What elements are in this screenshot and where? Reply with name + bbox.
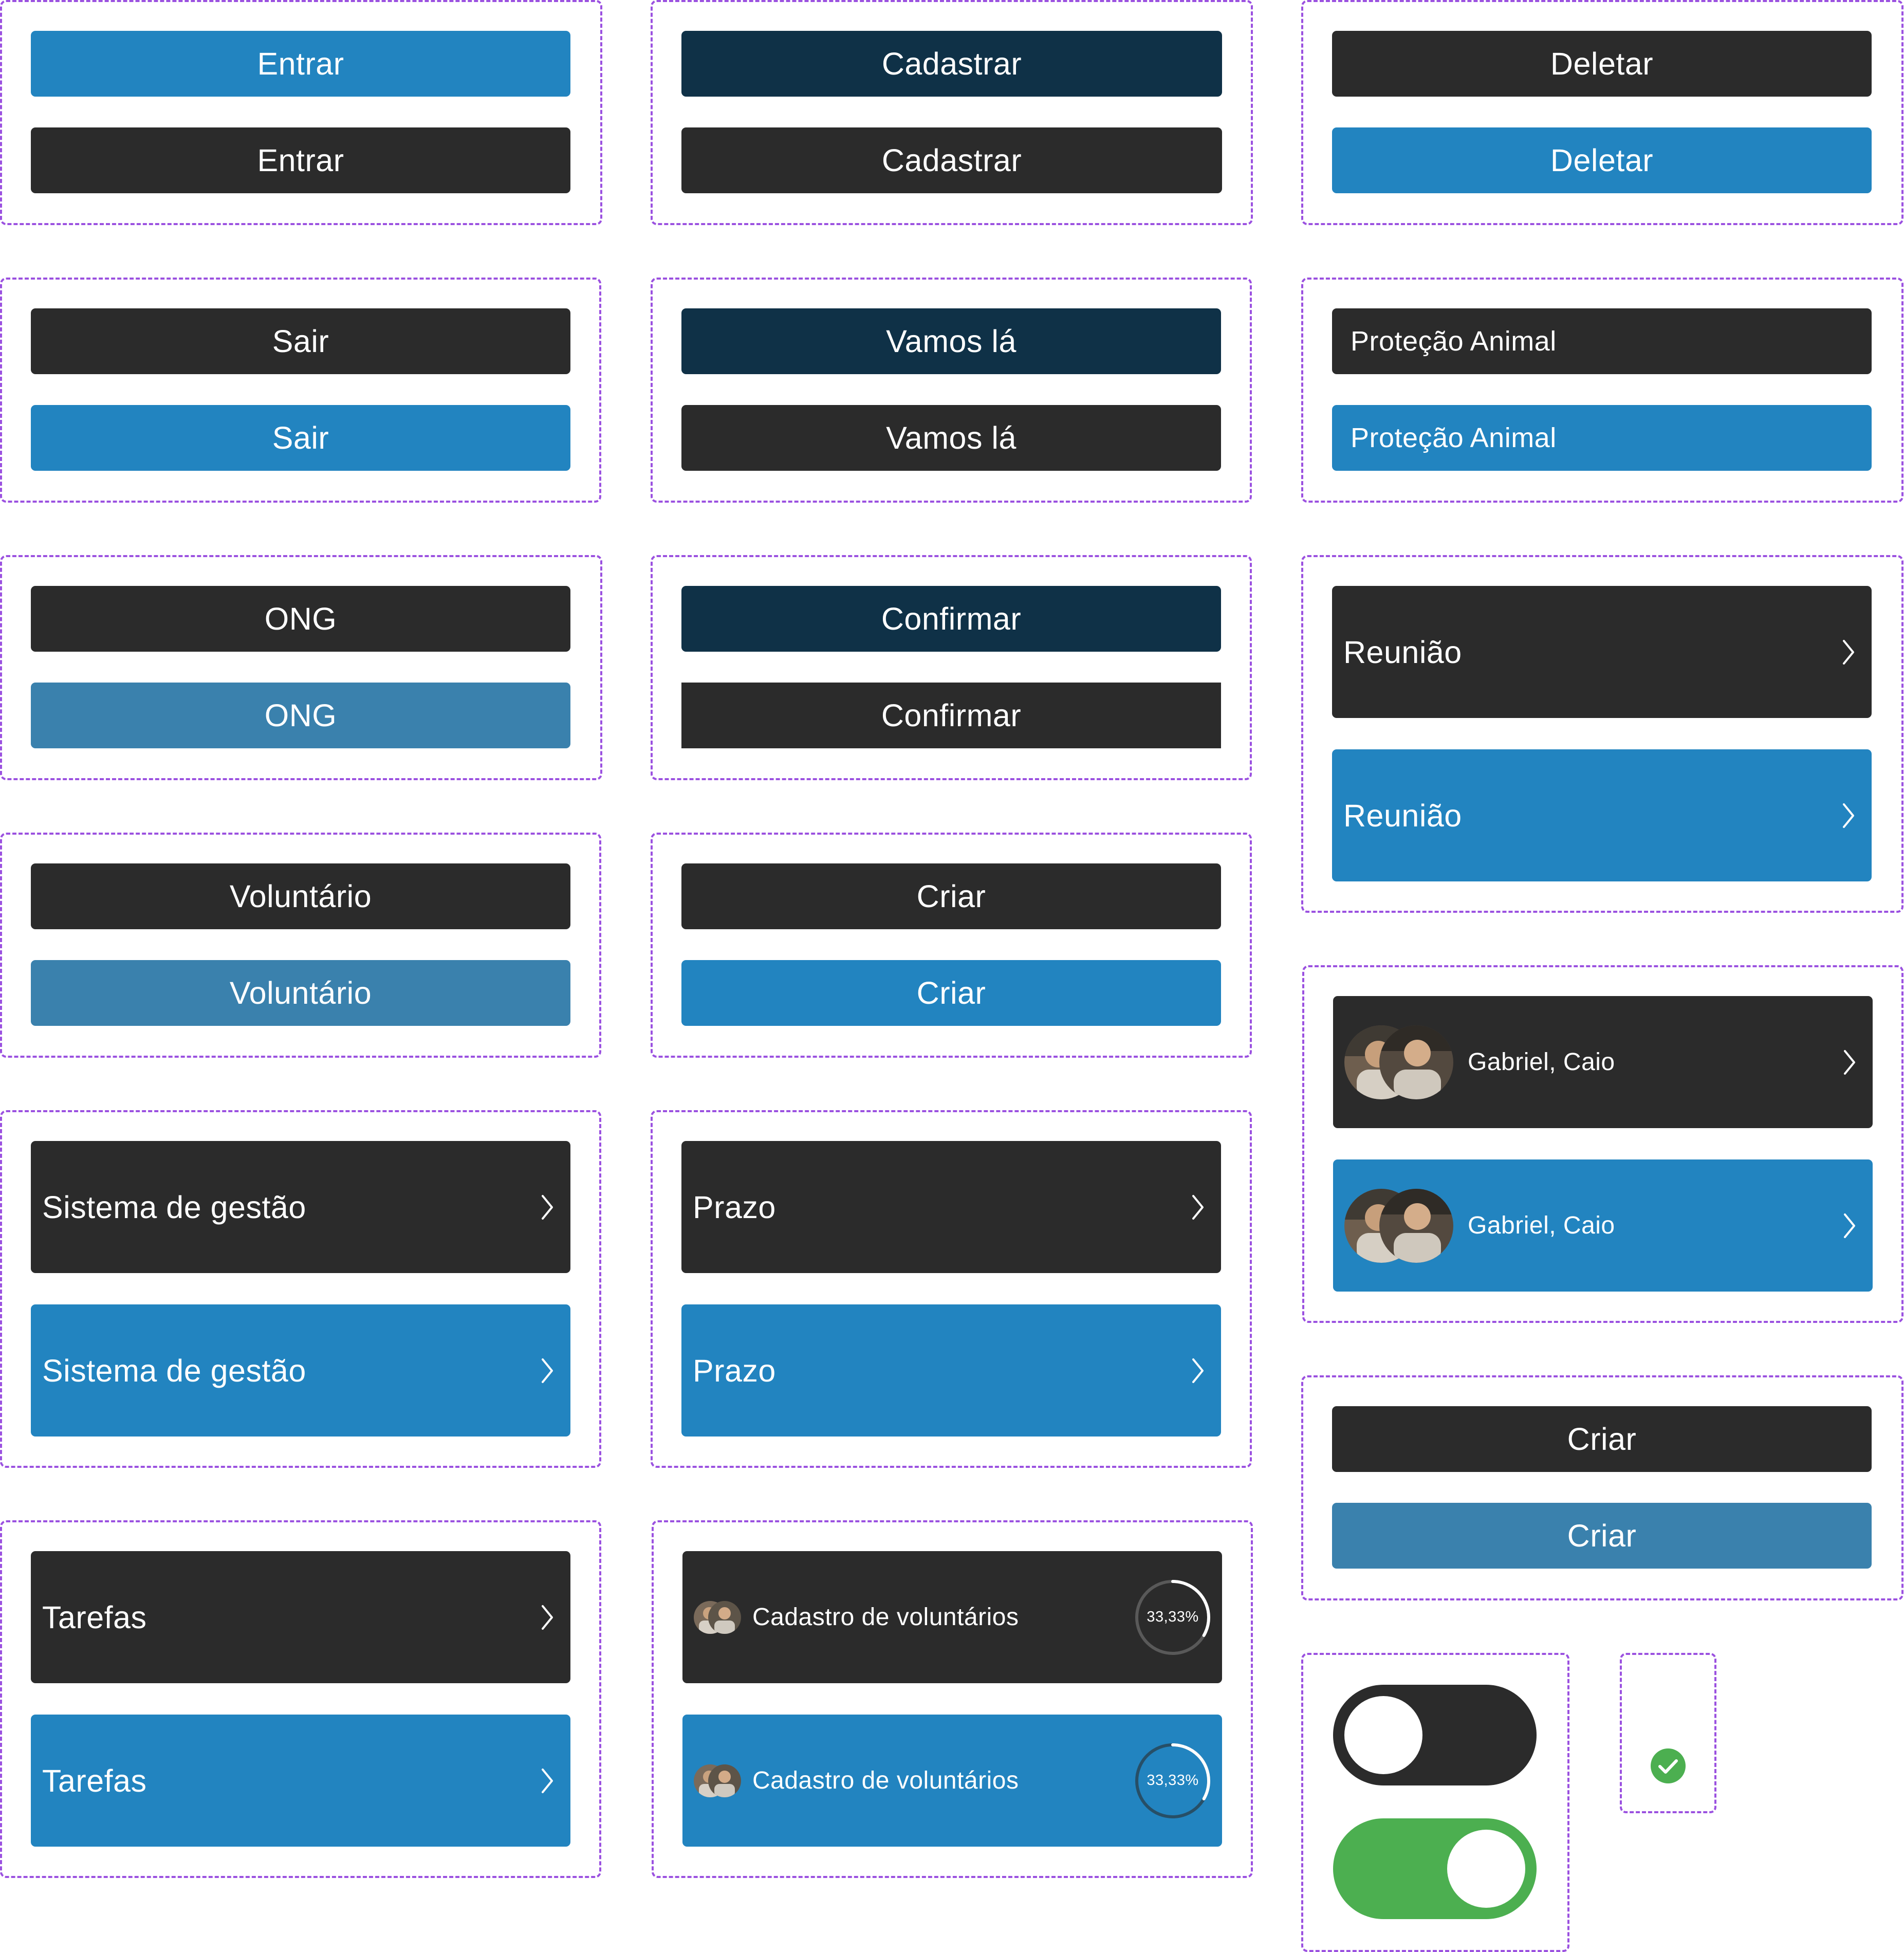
deletar-button-blue[interactable]: Deletar [1332,127,1872,193]
reuniao-button-blue[interactable]: Reunião [1332,749,1872,881]
gabriel-caio-label: Gabriel, Caio [1468,1212,1615,1239]
avatar-group [1344,1188,1453,1263]
avatar-group [1344,1025,1453,1099]
check-circle-icon [1650,1747,1687,1784]
criar-button-blue[interactable]: Criar [681,960,1221,1026]
sistema-de-gestao-button-dark[interactable]: Sistema de gestão [31,1141,570,1273]
avatar-group [694,1764,741,1797]
prazo-label: Prazo [693,1189,776,1225]
voluntario-button-dark[interactable]: Voluntário [31,863,570,929]
avatar [1379,1188,1453,1263]
tarefas-button-blue[interactable]: Tarefas [31,1715,570,1847]
cadastrar-button-navy[interactable]: Cadastrar [681,31,1222,97]
gabriel-caio-button-blue[interactable]: Gabriel, Caio [1333,1159,1873,1292]
toggle-switch-on[interactable] [1333,1818,1537,1919]
chevron-right-icon [540,1602,555,1633]
cadastro-de-voluntarios-label: Cadastro de voluntários [752,1604,1019,1631]
chevron-right-icon [1190,1192,1206,1223]
chevron-right-icon [540,1355,555,1386]
sair-button-blue[interactable]: Sair [31,405,570,471]
sistema-de-gestao-button-blue[interactable]: Sistema de gestão [31,1304,570,1437]
sistema-de-gestao-label: Sistema de gestão [42,1353,306,1388]
criar-button-dark[interactable]: Criar [681,863,1221,929]
entrar-button-blue[interactable]: Entrar [31,31,570,97]
criar-button-dark[interactable]: Criar [1332,1406,1872,1472]
protecao-animal-button-dark[interactable]: Proteção Animal [1332,308,1872,374]
sistema-de-gestao-label: Sistema de gestão [42,1189,306,1225]
protecao-animal-button-blue[interactable]: Proteção Animal [1332,405,1872,471]
prazo-label: Prazo [693,1353,776,1388]
sair-button-dark[interactable]: Sair [31,308,570,374]
chevron-right-icon [540,1192,555,1223]
entrar-button-dark[interactable]: Entrar [31,127,570,193]
frame-check [1620,1653,1716,1813]
vamos-la-button-dark[interactable]: Vamos lá [681,405,1221,471]
ong-button-steel[interactable]: ONG [31,683,570,748]
prazo-button-dark[interactable]: Prazo [681,1141,1221,1273]
gabriel-caio-button-dark[interactable]: Gabriel, Caio [1333,996,1873,1128]
chevron-right-icon [1841,800,1856,831]
voluntario-button-steel[interactable]: Voluntário [31,960,570,1026]
tarefas-button-dark[interactable]: Tarefas [31,1551,570,1683]
toggle-knob [1344,1696,1422,1774]
chevron-right-icon [1841,637,1856,668]
avatar [1379,1025,1453,1099]
avatar [708,1764,741,1797]
ong-button-dark[interactable]: ONG [31,586,570,652]
toggle-switch-off[interactable] [1333,1685,1537,1785]
cadastro-de-voluntarios-button-blue[interactable]: Cadastro de voluntários 33,33% [682,1715,1222,1847]
cadastro-de-voluntarios-label: Cadastro de voluntários [752,1767,1019,1794]
tarefas-label: Tarefas [42,1599,147,1635]
avatar [708,1600,741,1634]
confirmar-button-dark[interactable]: Confirmar [681,683,1221,748]
confirmar-button-navy[interactable]: Confirmar [681,586,1221,652]
progress-ring: 33,33% [1134,1578,1212,1656]
chevron-right-icon [1842,1210,1857,1241]
progress-percent: 33,33% [1147,1609,1199,1625]
gabriel-caio-label: Gabriel, Caio [1468,1048,1615,1076]
chevron-right-icon [1190,1355,1206,1386]
progress-percent: 33,33% [1147,1772,1199,1789]
progress-ring: 33,33% [1134,1742,1212,1820]
deletar-button-dark[interactable]: Deletar [1332,31,1872,97]
toggle-knob [1447,1830,1525,1908]
reuniao-button-dark[interactable]: Reunião [1332,586,1872,718]
chevron-right-icon [540,1765,555,1796]
avatar-group [694,1600,741,1634]
criar-button-steel[interactable]: Criar [1332,1503,1872,1569]
cadastro-de-voluntarios-button-dark[interactable]: Cadastro de voluntários 33,33% [682,1551,1222,1683]
reuniao-label: Reunião [1343,634,1462,670]
tarefas-label: Tarefas [42,1763,147,1798]
cadastrar-button-dark[interactable]: Cadastrar [681,127,1222,193]
chevron-right-icon [1842,1047,1857,1078]
reuniao-label: Reunião [1343,798,1462,833]
vamos-la-button-navy[interactable]: Vamos lá [681,308,1221,374]
prazo-button-blue[interactable]: Prazo [681,1304,1221,1437]
